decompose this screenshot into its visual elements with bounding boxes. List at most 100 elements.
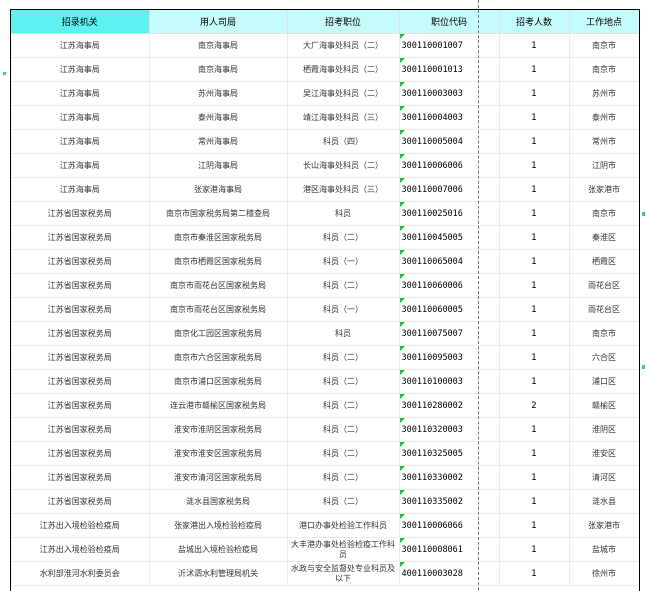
cell-position-code[interactable]: 300110060005 bbox=[399, 297, 500, 322]
cell-headcount[interactable]: 1 bbox=[499, 249, 570, 274]
cell-location[interactable]: 江阴市 bbox=[569, 153, 639, 178]
cell-headcount[interactable]: 1 bbox=[499, 537, 570, 562]
cell-location[interactable]: 张家港市 bbox=[569, 513, 639, 538]
cell-department[interactable]: 南京化工园区国家税务局 bbox=[149, 321, 288, 346]
cell-headcount[interactable]: 1 bbox=[499, 441, 570, 466]
cell-position-code[interactable]: 300110001007 bbox=[399, 33, 500, 58]
cell-agency[interactable]: 江苏海事局 bbox=[11, 81, 150, 106]
cell-department[interactable]: 南京市栖霞区国家税务局 bbox=[149, 249, 288, 274]
cell-position[interactable]: 大厂海事处科员（二） bbox=[287, 33, 400, 58]
cell-position[interactable]: 长山海事处科员（二） bbox=[287, 153, 400, 178]
cell-department[interactable]: 南京市六合区国家税务局 bbox=[149, 345, 288, 370]
header-cell-headcount[interactable]: 招考人数 bbox=[499, 10, 570, 34]
cell-position[interactable]: 大丰港办事处检验检疫工作科员 bbox=[287, 537, 400, 562]
cell-position[interactable]: 科员（二） bbox=[287, 225, 400, 250]
cell-location[interactable]: 张家港市 bbox=[569, 177, 639, 202]
cell-position[interactable]: 科员（一） bbox=[287, 297, 400, 322]
cell-position-code[interactable]: 300110045005 bbox=[399, 225, 500, 250]
cell-headcount[interactable]: 1 bbox=[499, 81, 570, 106]
cell-position-code[interactable]: 300110004003 bbox=[399, 105, 500, 130]
cell-headcount[interactable]: 1 bbox=[499, 489, 570, 514]
header-cell-agency[interactable]: 招录机关 bbox=[11, 10, 150, 34]
cell-location[interactable]: 清河区 bbox=[569, 465, 639, 490]
cell-position[interactable]: 科员（二） bbox=[287, 345, 400, 370]
cell-position-code[interactable]: 300110005004 bbox=[399, 129, 500, 154]
cell-department[interactable]: 张家港海事局 bbox=[149, 177, 288, 202]
cell-position[interactable]: 科员（一） bbox=[287, 249, 400, 274]
cell-headcount[interactable]: 1 bbox=[499, 225, 570, 250]
cell-location[interactable]: 南京市 bbox=[569, 321, 639, 346]
cell-headcount[interactable]: 1 bbox=[499, 561, 570, 586]
cell-location[interactable]: 栖霞区 bbox=[569, 249, 639, 274]
cell-headcount[interactable]: 2 bbox=[499, 393, 570, 418]
header-cell-location[interactable]: 工作地点 bbox=[569, 10, 639, 34]
cell-position-code[interactable]: 300110001013 bbox=[399, 57, 500, 82]
cell-position-code[interactable]: 300110008061 bbox=[399, 537, 500, 562]
cell-position[interactable]: 水政与安全监督处专业科员及以下 bbox=[287, 561, 400, 586]
cell-agency[interactable]: 江苏海事局 bbox=[11, 33, 150, 58]
cell-department[interactable]: 南京海事局 bbox=[149, 57, 288, 82]
cell-agency[interactable]: 江苏省国家税务局 bbox=[11, 249, 150, 274]
cell-position-code[interactable]: 300110006066 bbox=[399, 513, 500, 538]
cell-position-code[interactable]: 300110325005 bbox=[399, 441, 500, 466]
cell-department[interactable]: 泰州海事局 bbox=[149, 105, 288, 130]
cell-agency[interactable]: 江苏省国家税务局 bbox=[11, 345, 150, 370]
cell-headcount[interactable]: 1 bbox=[499, 417, 570, 442]
cell-position-code[interactable]: 300110095003 bbox=[399, 345, 500, 370]
cell-agency[interactable]: 江苏省国家税务局 bbox=[11, 441, 150, 466]
cell-agency[interactable]: 江苏海事局 bbox=[11, 57, 150, 82]
cell-location[interactable]: 浦口区 bbox=[569, 369, 639, 394]
cell-headcount[interactable]: 1 bbox=[499, 57, 570, 82]
cell-position[interactable]: 吴江海事处科员（二） bbox=[287, 81, 400, 106]
cell-headcount[interactable]: 1 bbox=[499, 105, 570, 130]
cell-headcount[interactable]: 1 bbox=[499, 513, 570, 538]
cell-agency[interactable]: 水利部淮河水利委员会 bbox=[11, 561, 150, 586]
cell-headcount[interactable]: 1 bbox=[499, 369, 570, 394]
cell-position-code[interactable]: 300110006006 bbox=[399, 153, 500, 178]
cell-agency[interactable]: 江苏省国家税务局 bbox=[11, 273, 150, 298]
cell-department[interactable]: 南京市国家税务局第二稽查局 bbox=[149, 201, 288, 226]
cell-agency[interactable]: 江苏省国家税务局 bbox=[11, 489, 150, 514]
cell-agency[interactable]: 江苏省国家税务局 bbox=[11, 225, 150, 250]
cell-department[interactable]: 苏州海事局 bbox=[149, 81, 288, 106]
cell-position[interactable]: 栖霞海事处科员（二） bbox=[287, 57, 400, 82]
cell-position[interactable]: 港口办事处检验工作科员 bbox=[287, 513, 400, 538]
cell-location[interactable]: 淮安区 bbox=[569, 441, 639, 466]
cell-location[interactable]: 南京市 bbox=[569, 57, 639, 82]
cell-agency[interactable]: 江苏海事局 bbox=[11, 129, 150, 154]
cell-position[interactable]: 港区海事处科员（三） bbox=[287, 177, 400, 202]
cell-location[interactable]: 盐城市 bbox=[569, 537, 639, 562]
cell-department[interactable]: 沂沭泗水利管理局机关 bbox=[149, 561, 288, 586]
cell-position-code[interactable]: 300110075007 bbox=[399, 321, 500, 346]
cell-department[interactable]: 连云港市赣榆区国家税务局 bbox=[149, 393, 288, 418]
cell-location[interactable]: 泰州市 bbox=[569, 105, 639, 130]
cell-location[interactable]: 徐州市 bbox=[569, 561, 639, 586]
cell-position[interactable]: 科员（二） bbox=[287, 273, 400, 298]
cell-position-code[interactable]: 300110100003 bbox=[399, 369, 500, 394]
cell-position[interactable]: 科员（二） bbox=[287, 489, 400, 514]
cell-headcount[interactable]: 1 bbox=[499, 153, 570, 178]
cell-department[interactable]: 南京市雨花台区国家税务局 bbox=[149, 297, 288, 322]
cell-agency[interactable]: 江苏省国家税务局 bbox=[11, 201, 150, 226]
cell-agency[interactable]: 江苏省国家税务局 bbox=[11, 369, 150, 394]
cell-agency[interactable]: 江苏省国家税务局 bbox=[11, 417, 150, 442]
header-cell-department[interactable]: 用人司局 bbox=[149, 10, 288, 34]
cell-department[interactable]: 淮安市淮阴区国家税务局 bbox=[149, 417, 288, 442]
cell-agency[interactable]: 江苏省国家税务局 bbox=[11, 393, 150, 418]
cell-agency[interactable]: 江苏出入境检验检疫局 bbox=[11, 537, 150, 562]
cell-position[interactable]: 科员（二） bbox=[287, 417, 400, 442]
cell-position[interactable]: 科员（二） bbox=[287, 369, 400, 394]
cell-position-code[interactable]: 300110320003 bbox=[399, 417, 500, 442]
cell-headcount[interactable]: 1 bbox=[499, 297, 570, 322]
cell-headcount[interactable]: 1 bbox=[499, 201, 570, 226]
cell-position[interactable]: 科员 bbox=[287, 201, 400, 226]
cell-location[interactable]: 常州市 bbox=[569, 129, 639, 154]
cell-position[interactable]: 科员（四） bbox=[287, 129, 400, 154]
cell-department[interactable]: 淮安市清河区国家税务局 bbox=[149, 465, 288, 490]
cell-agency[interactable]: 江苏海事局 bbox=[11, 105, 150, 130]
cell-location[interactable]: 赣榆区 bbox=[569, 393, 639, 418]
cell-location[interactable]: 六合区 bbox=[569, 345, 639, 370]
cell-position-code[interactable]: 400110003028 bbox=[399, 561, 500, 586]
cell-department[interactable]: 涟水县国家税务局 bbox=[149, 489, 288, 514]
cell-headcount[interactable]: 1 bbox=[499, 321, 570, 346]
